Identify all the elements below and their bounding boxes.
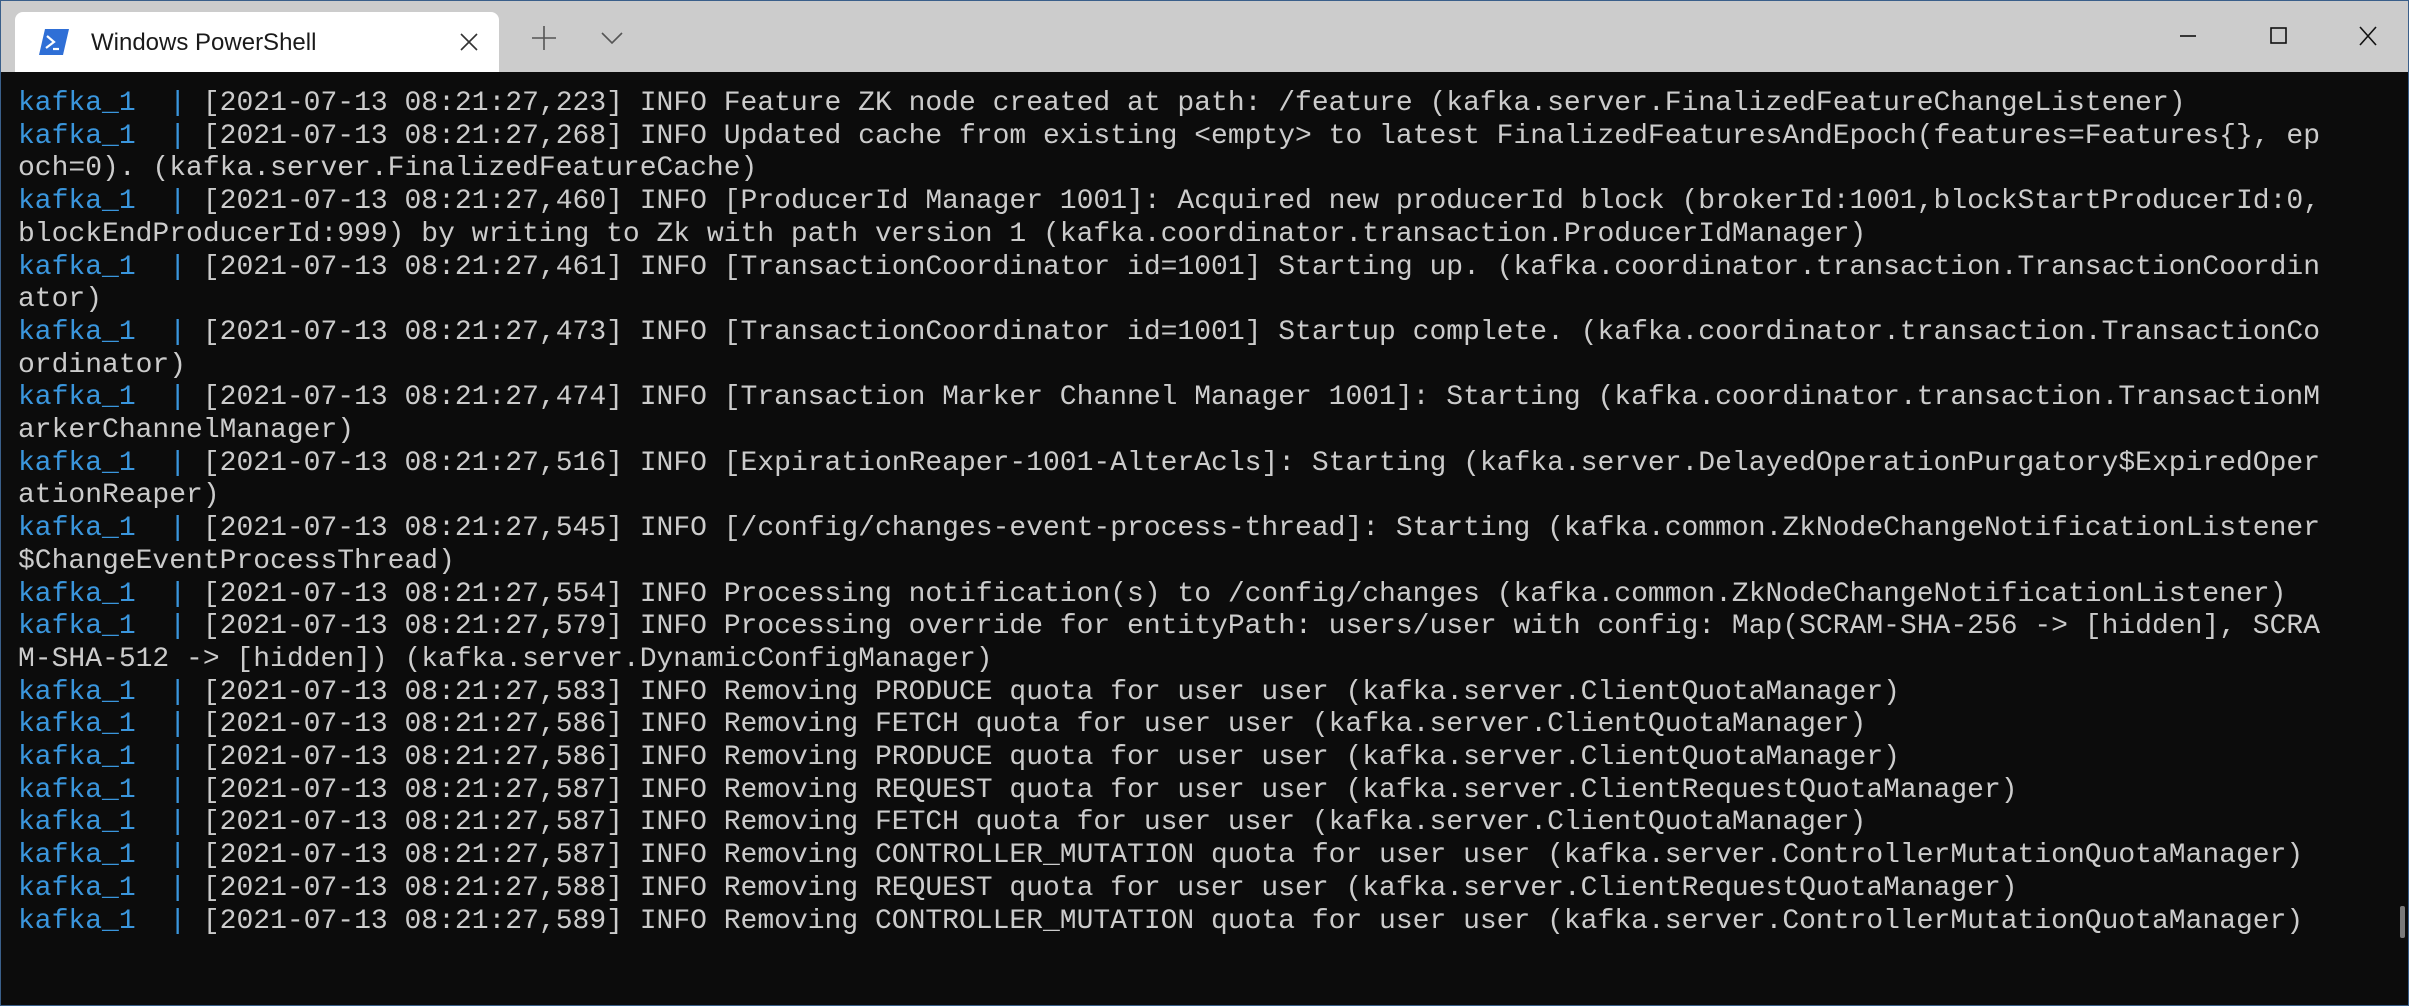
log-line: kafka_1 | [2021-07-13 08:21:27,461] INFO… xyxy=(18,252,2320,317)
log-message: [2021-07-13 08:21:27,586] INFO Removing … xyxy=(202,709,1867,741)
log-line: kafka_1 | [2021-07-13 08:21:27,460] INFO… xyxy=(18,186,2320,251)
new-tab-plus-icon[interactable] xyxy=(528,22,560,54)
log-message: [2021-07-13 08:21:27,545] INFO [/config/… xyxy=(18,513,2321,577)
log-line: kafka_1 | [2021-07-13 08:21:27,554] INFO… xyxy=(18,579,2320,612)
log-message: [2021-07-13 08:21:27,587] INFO Removing … xyxy=(202,840,2304,872)
service-name: kafka_1 xyxy=(18,807,136,839)
separator: | xyxy=(169,382,187,414)
log-line: kafka_1 | [2021-07-13 08:21:27,474] INFO… xyxy=(18,382,2320,447)
log-line: kafka_1 | [2021-07-13 08:21:27,589] INFO… xyxy=(18,906,2320,939)
service-name: kafka_1 xyxy=(18,742,136,774)
maximize-icon[interactable] xyxy=(2248,14,2308,58)
scrollbar-thumb[interactable] xyxy=(2400,906,2405,938)
service-name: kafka_1 xyxy=(18,872,136,904)
separator: | xyxy=(169,316,187,348)
separator: | xyxy=(169,578,187,610)
separator: | xyxy=(169,905,187,937)
log-line: kafka_1 | [2021-07-13 08:21:27,588] INFO… xyxy=(18,873,2320,906)
separator: | xyxy=(169,447,187,479)
tab-windows-powershell[interactable]: Windows PowerShell xyxy=(15,12,499,72)
log-message: [2021-07-13 08:21:27,473] INFO [Transact… xyxy=(18,316,2321,381)
log-line: kafka_1 | [2021-07-13 08:21:27,545] INFO… xyxy=(18,513,2320,578)
separator: | xyxy=(169,88,187,119)
log-message: [2021-07-13 08:21:27,268] INFO Updated c… xyxy=(18,120,2321,185)
separator: | xyxy=(169,186,187,218)
service-name: kafka_1 xyxy=(18,840,136,872)
separator: | xyxy=(169,120,187,152)
powershell-icon xyxy=(39,29,69,55)
close-tab-icon[interactable] xyxy=(453,26,485,58)
log-message: [2021-07-13 08:21:27,589] INFO Removing … xyxy=(202,905,2304,937)
service-name: kafka_1 xyxy=(18,186,136,218)
service-name: kafka_1 xyxy=(18,578,136,610)
log-message: [2021-07-13 08:21:27,586] INFO Removing … xyxy=(202,742,1900,774)
log-line: kafka_1 | [2021-07-13 08:21:27,587] INFO… xyxy=(18,840,2320,873)
log-line: kafka_1 | [2021-07-13 08:21:27,586] INFO… xyxy=(18,709,2320,742)
separator: | xyxy=(169,676,187,708)
separator: | xyxy=(169,774,187,806)
chevron-down-icon[interactable] xyxy=(597,24,627,52)
service-name: kafka_1 xyxy=(18,88,136,119)
separator: | xyxy=(169,840,187,872)
service-name: kafka_1 xyxy=(18,611,136,643)
log-message: [2021-07-13 08:21:27,460] INFO [Producer… xyxy=(18,186,2321,250)
separator: | xyxy=(169,807,187,839)
log-line: kafka_1 | [2021-07-13 08:21:27,583] INFO… xyxy=(18,677,2320,710)
log-message: [2021-07-13 08:21:27,516] INFO [Expirati… xyxy=(18,447,2321,512)
separator: | xyxy=(169,709,187,741)
log-line: kafka_1 | [2021-07-13 08:21:27,473] INFO… xyxy=(18,317,2320,382)
log-message: [2021-07-13 08:21:27,587] INFO Removing … xyxy=(202,807,1867,839)
log-line: kafka_1 | [2021-07-13 08:21:27,516] INFO… xyxy=(18,448,2320,513)
service-name: kafka_1 xyxy=(18,709,136,741)
service-name: kafka_1 xyxy=(18,774,136,806)
separator: | xyxy=(169,611,187,643)
log-message: [2021-07-13 08:21:27,588] INFO Removing … xyxy=(202,872,2018,904)
close-window-icon[interactable] xyxy=(2338,14,2398,58)
log-message: [2021-07-13 08:21:27,579] INFO Processin… xyxy=(18,611,2321,675)
log-message: [2021-07-13 08:21:27,587] INFO Removing … xyxy=(202,774,2018,806)
service-name: kafka_1 xyxy=(18,447,136,479)
separator: | xyxy=(169,872,187,904)
service-name: kafka_1 xyxy=(18,251,136,283)
service-name: kafka_1 xyxy=(18,513,136,545)
separator: | xyxy=(169,251,187,283)
service-name: kafka_1 xyxy=(18,316,136,348)
service-name: kafka_1 xyxy=(18,676,136,708)
separator: | xyxy=(169,742,187,774)
log-line: kafka_1 | [2021-07-13 08:21:27,579] INFO… xyxy=(18,611,2320,676)
title-bar: Windows PowerShell xyxy=(0,0,2409,72)
separator: | xyxy=(169,513,187,545)
log-line: kafka_1 | [2021-07-13 08:21:27,223] INFO… xyxy=(18,88,2320,121)
log-message: [2021-07-13 08:21:27,474] INFO [Transact… xyxy=(18,382,2321,447)
log-message: [2021-07-13 08:21:27,554] INFO Processin… xyxy=(202,578,2287,610)
service-name: kafka_1 xyxy=(18,905,136,937)
terminal-output[interactable]: kafka_1 | [2021-07-13 08:21:27,223] INFO… xyxy=(18,88,2320,938)
service-name: kafka_1 xyxy=(18,120,136,152)
service-name: kafka_1 xyxy=(18,382,136,414)
tab-title: Windows PowerShell xyxy=(91,29,317,56)
log-message: [2021-07-13 08:21:27,223] INFO Feature Z… xyxy=(202,88,2186,119)
log-line: kafka_1 | [2021-07-13 08:21:27,586] INFO… xyxy=(18,742,2320,775)
log-line: kafka_1 | [2021-07-13 08:21:27,587] INFO… xyxy=(18,775,2320,808)
log-message: [2021-07-13 08:21:27,461] INFO [Transact… xyxy=(18,251,2321,316)
log-line: kafka_1 | [2021-07-13 08:21:27,587] INFO… xyxy=(18,807,2320,840)
log-message: [2021-07-13 08:21:27,583] INFO Removing … xyxy=(202,676,1900,708)
minimize-icon[interactable] xyxy=(2158,14,2218,58)
log-line: kafka_1 | [2021-07-13 08:21:27,268] INFO… xyxy=(18,121,2320,186)
